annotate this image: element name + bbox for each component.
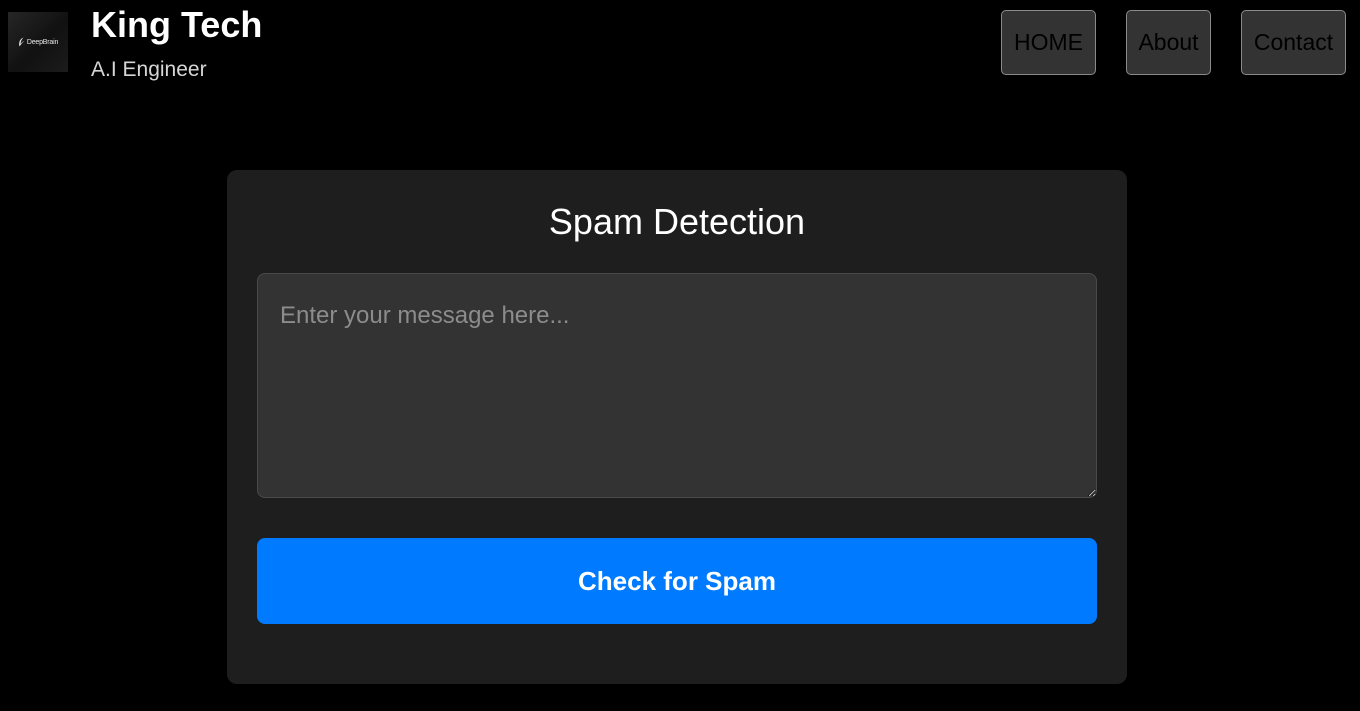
- site-title: King Tech: [91, 4, 263, 45]
- logo[interactable]: DeepBrain: [8, 12, 68, 72]
- nav-contact-button[interactable]: Contact: [1241, 10, 1346, 75]
- spam-detection-card: Spam Detection Check for Spam: [227, 170, 1127, 684]
- card-title: Spam Detection: [548, 201, 806, 242]
- logo-text: DeepBrain: [26, 38, 59, 46]
- logo-mark-group: DeepBrain: [18, 37, 58, 47]
- site-header: DeepBrain King Tech A.I Engineer HOME Ab…: [0, 0, 1360, 100]
- check-for-spam-button[interactable]: Check for Spam: [257, 538, 1097, 624]
- message-input[interactable]: [257, 273, 1097, 498]
- nav-about-button[interactable]: About: [1126, 10, 1211, 75]
- deepbrain-logo-icon: [19, 37, 25, 47]
- site-subtitle: A.I Engineer: [91, 58, 207, 81]
- nav-home-button[interactable]: HOME: [1001, 10, 1096, 75]
